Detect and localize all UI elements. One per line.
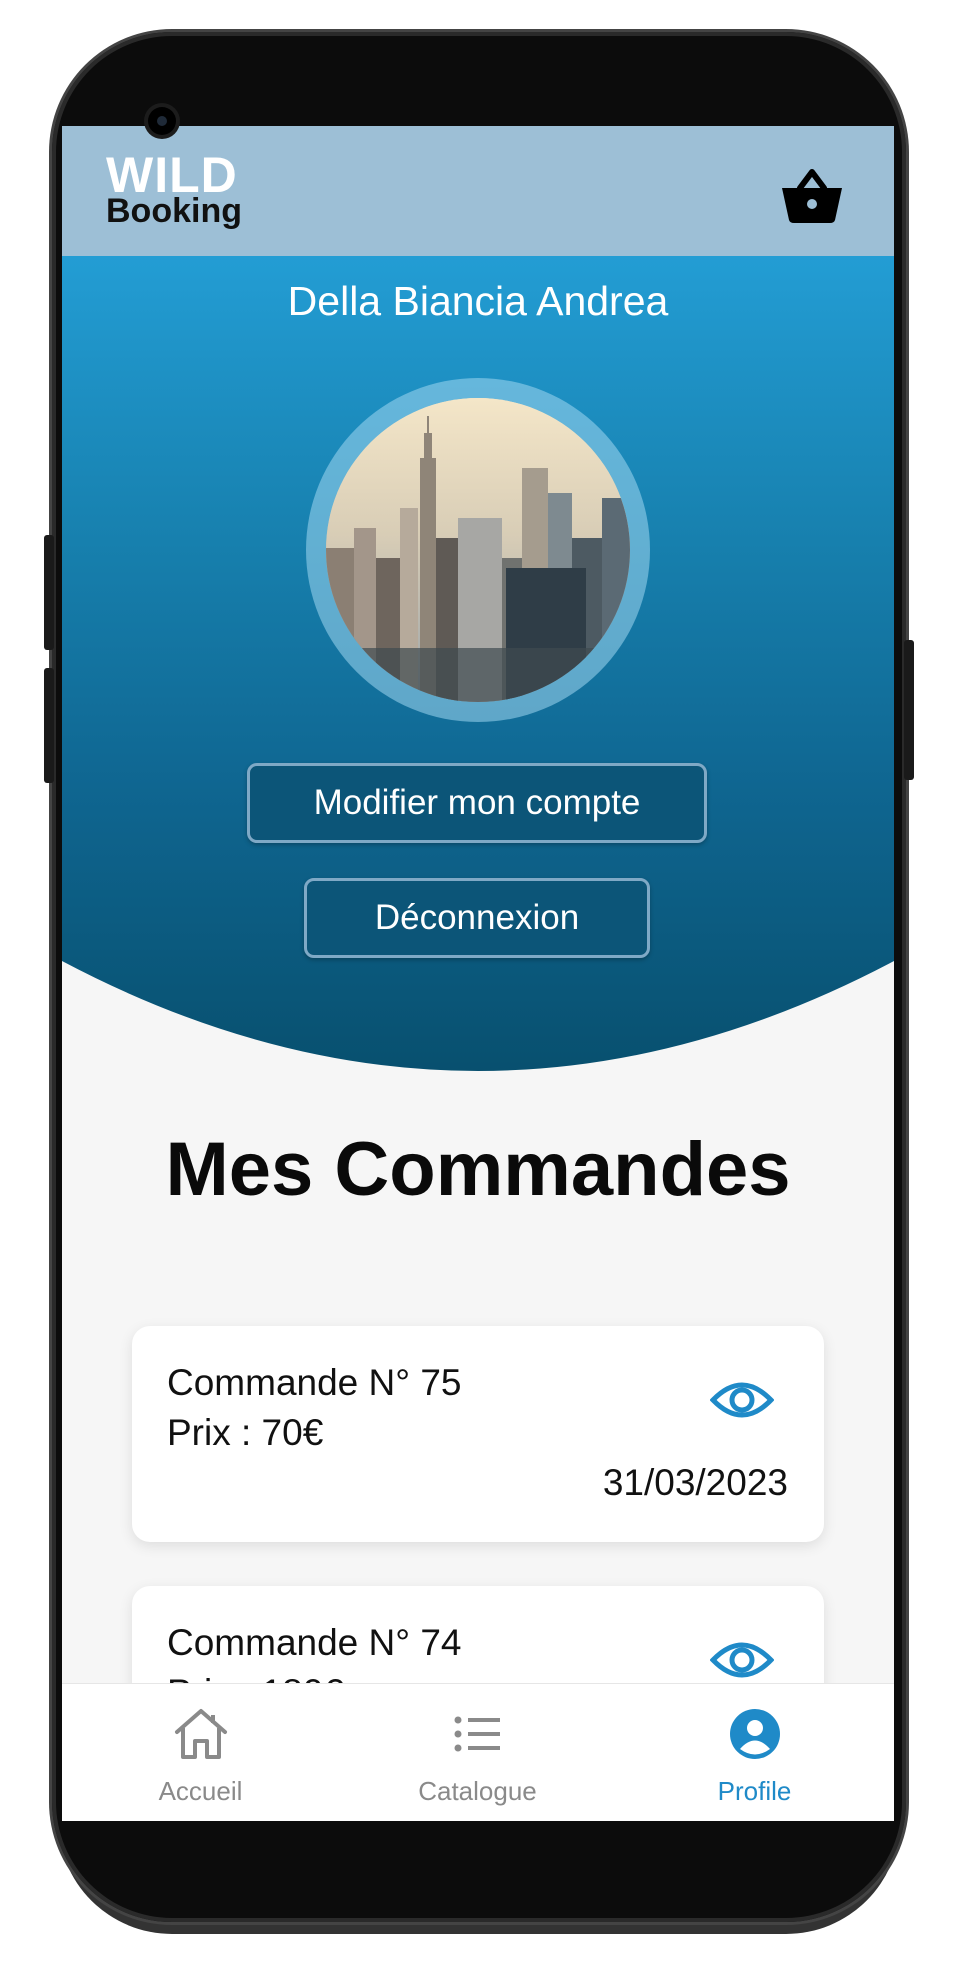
- order-price: Prix : 70€: [167, 1412, 324, 1453]
- front-camera: [148, 107, 176, 135]
- nav-item-profile[interactable]: Profile: [616, 1684, 893, 1821]
- nav-label-catalogue: Catalogue: [418, 1776, 537, 1806]
- wild-booking-logo[interactable]: WILD Booking: [106, 150, 276, 230]
- bottom-navigation: Accueil Catalogue Profile: [62, 1683, 894, 1821]
- order-card[interactable]: Commande N° 75 Prix : 70€ 31/03/2023: [132, 1326, 824, 1542]
- app-screen: WILD Booking Della Biancia Andrea Modifi…: [62, 126, 894, 1821]
- nav-item-catalogue[interactable]: Catalogue: [339, 1684, 616, 1821]
- edit-account-button[interactable]: Modifier mon compte: [247, 763, 707, 843]
- app-header: WILD Booking: [62, 126, 894, 256]
- phone-volume-down-button: [44, 668, 54, 783]
- avatar-ring: [306, 378, 650, 722]
- eye-icon[interactable]: [710, 1638, 774, 1682]
- list-icon: [454, 1716, 500, 1752]
- nav-label-accueil: Accueil: [158, 1776, 243, 1806]
- phone-volume-up-button: [44, 535, 54, 650]
- phone-power-button: [904, 640, 914, 780]
- nav-label-profile: Profile: [717, 1776, 792, 1806]
- home-icon: [174, 1709, 227, 1759]
- hero-wave-divider: [62, 961, 894, 1073]
- logout-button[interactable]: Déconnexion: [304, 878, 650, 958]
- order-number: Commande N° 75: [167, 1362, 462, 1403]
- orders-title: Mes Commandes: [165, 1127, 791, 1212]
- user-circle-icon: [729, 1709, 780, 1759]
- order-date: 31/03/2023: [602, 1462, 788, 1503]
- user-name: Della Biancia Andrea: [287, 278, 669, 324]
- city-skyline-image: [326, 398, 630, 702]
- avatar[interactable]: [326, 398, 630, 702]
- order-number: Commande N° 74: [167, 1622, 462, 1663]
- shopping-basket-icon[interactable]: [780, 166, 844, 224]
- eye-icon[interactable]: [710, 1378, 774, 1422]
- logo-booking-text: Booking: [106, 192, 242, 230]
- nav-item-accueil[interactable]: Accueil: [62, 1684, 339, 1821]
